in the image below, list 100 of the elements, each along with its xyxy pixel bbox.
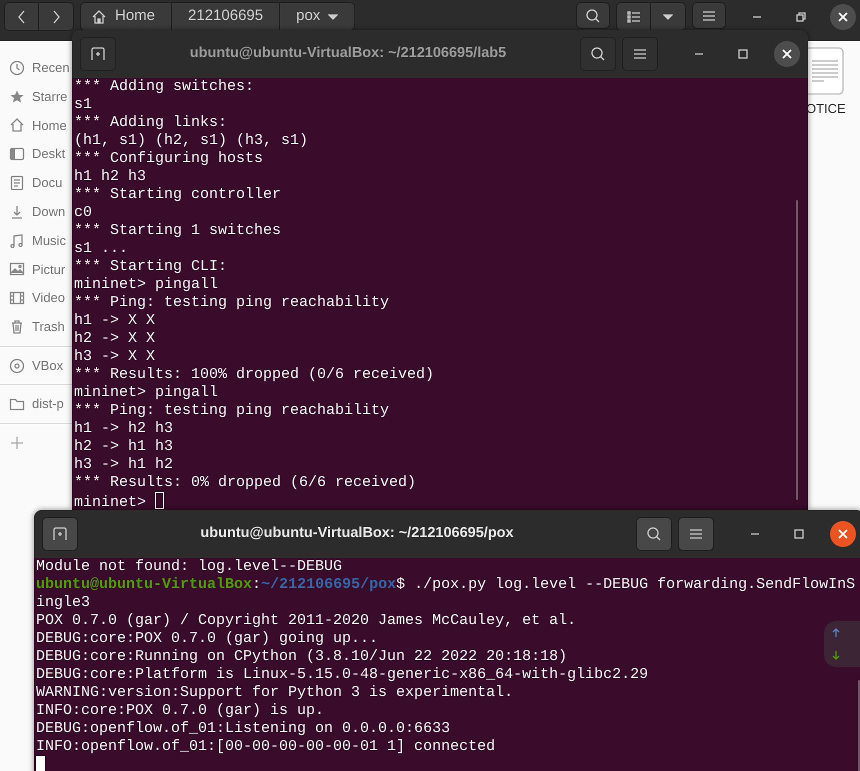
sidebar-item[interactable]: Down [0,202,72,222]
maximize-icon [738,49,748,59]
forward-icon [51,10,61,24]
terminal-line: h1 -> h2 h3 [74,420,174,438]
sidebar-item[interactable]: Pictur [0,259,72,280]
sidebar-item[interactable]: Docu [0,172,72,193]
terminal-line: *** Starting controller [74,186,282,204]
terminal-line: *** Adding links: [74,114,228,132]
new-tab-icon [91,47,105,61]
prompt-line: ubuntu@ubuntu-VirtualBox:~/212106695/pox$ ./pox.py log.level --DEBUG forwarding.SendFlowInSingle3 [36,576,856,612]
sidebar-item[interactable]: Recen [0,58,72,78]
star-icon [9,88,25,105]
terminal-line: h2 -> X X [74,330,156,348]
terminal-line: DEBUG:openflow.of_01:Listening on 0.0.0.0:6633 [36,720,450,738]
window-title: ubuntu@ubuntu-VirtualBox: ~/212106695/lab5 [188,44,508,64]
download-arrow-icon [832,651,840,660]
restore-icon [796,12,806,22]
terminal-line: h2 -> h1 h3 [74,438,174,456]
home-icon [91,8,107,24]
menu-button[interactable] [692,2,726,29]
sidebar-item[interactable]: dist-p [0,394,72,414]
sidebar-item[interactable]: VBox [0,356,72,376]
new-tab-button[interactable] [80,37,116,71]
path-button[interactable]: Home [81,3,172,30]
sidebar-item[interactable]: Trash [0,316,72,337]
search-icon [585,8,601,24]
terminal-line: *** Configuring hosts [74,150,264,168]
minimize-icon [752,16,762,18]
close-icon [838,12,848,22]
terminal-line: (h1, s1) (h2, s1) (h3, s1) [74,132,308,150]
terminal-line: *** Ping: testing ping reachability [74,402,390,420]
terminal-line: DEBUG:core:Running on CPython (3.8.10/Jun 22 2022 20:18:18) [36,648,568,666]
path-button[interactable]: pox [280,3,354,30]
list-icon [626,10,640,22]
menu-button[interactable] [678,517,714,551]
terminal-line: c0 [74,204,92,222]
close-icon [838,529,848,539]
forward-button[interactable] [39,3,73,30]
menu-button[interactable] [622,37,658,71]
document-icon [9,174,25,191]
home-icon [9,117,25,134]
terminal-line: Module not found: log.level--DEBUG [36,558,342,576]
close-icon [782,49,792,59]
new-tab-icon [53,527,67,541]
close-button[interactable] [830,521,856,547]
terminal-line: h1 -> X X [74,312,156,330]
music-note-icon [9,232,25,249]
sidebar-item[interactable]: Music [0,230,72,251]
desktop-icon [9,146,25,162]
search-icon [646,526,662,542]
upload-arrow-icon [832,628,840,637]
sidebar-item[interactable]: Deskt [0,144,72,164]
picture-icon [9,261,25,278]
terminal-line: *** Starting CLI: [74,258,228,276]
maximize-icon [794,529,804,539]
terminal-line: s1 [74,96,92,114]
view-options-button[interactable] [651,3,685,30]
menu-icon [633,48,647,60]
terminal-line: DEBUG:core:POX 0.7.0 (gar) going up... [36,630,378,648]
terminal-line: h3 -> X X [74,348,156,366]
sidebar-item[interactable]: Home [0,115,72,136]
view-button[interactable] [617,3,651,30]
terminal-line: *** Results: 100% dropped (0/6 received) [74,366,434,384]
path-button[interactable]: 212106695 [172,3,280,30]
add-icon [9,434,25,451]
terminal-line: mininet> pingall [74,384,218,402]
terminal-line: s1 ... [74,240,128,258]
new-tab-button[interactable] [42,517,78,551]
minimize-icon [694,53,704,55]
menu-icon [702,10,716,22]
terminal-line: *** Starting 1 switches [74,222,282,240]
back-button[interactable] [5,3,39,30]
terminal-line: INFO:openflow.of_01:[00-00-00-00-00-01 1] connected [36,738,496,756]
menu-icon [689,528,703,540]
terminal-line: *** Results: 0% dropped (6/6 received) [74,474,416,492]
terminal-line: WARNING:version:Support for Python 3 is experimental. [36,684,514,702]
terminal-line: DEBUG:core:Platform is Linux-5.15.0-48-generic-x86_64-with-glibc2.29 [36,666,648,684]
close-button[interactable] [774,41,800,67]
download-icon [9,204,25,220]
trash-icon [9,318,25,335]
terminal-line: mininet> [74,492,164,510]
sidebar-item[interactable]: Starre [0,86,72,107]
back-icon [16,10,26,24]
disc-icon [9,358,25,374]
close-button[interactable] [830,4,856,30]
sidebar-item[interactable]: Video [0,288,72,308]
film-icon [9,290,25,306]
terminal-line: *** Adding switches: [74,78,254,96]
dropdown-icon [663,14,673,20]
window-title: ubuntu@ubuntu-VirtualBox: ~/212106695/pox [199,524,515,544]
search-button[interactable] [580,37,616,71]
terminal-line: POX 0.7.0 (gar) / Copyright 2011-2020 James McCauley, et al. [36,612,576,630]
terminal-line: *** Ping: testing ping reachability [74,294,390,312]
clock-icon [9,60,25,76]
terminal-line: h3 -> h1 h2 [74,456,174,474]
search-button[interactable] [576,2,610,29]
minimize-icon [750,533,760,535]
search-button[interactable] [636,517,672,551]
terminal-line: h1 h2 h3 [74,168,146,186]
folder-icon [9,396,25,412]
